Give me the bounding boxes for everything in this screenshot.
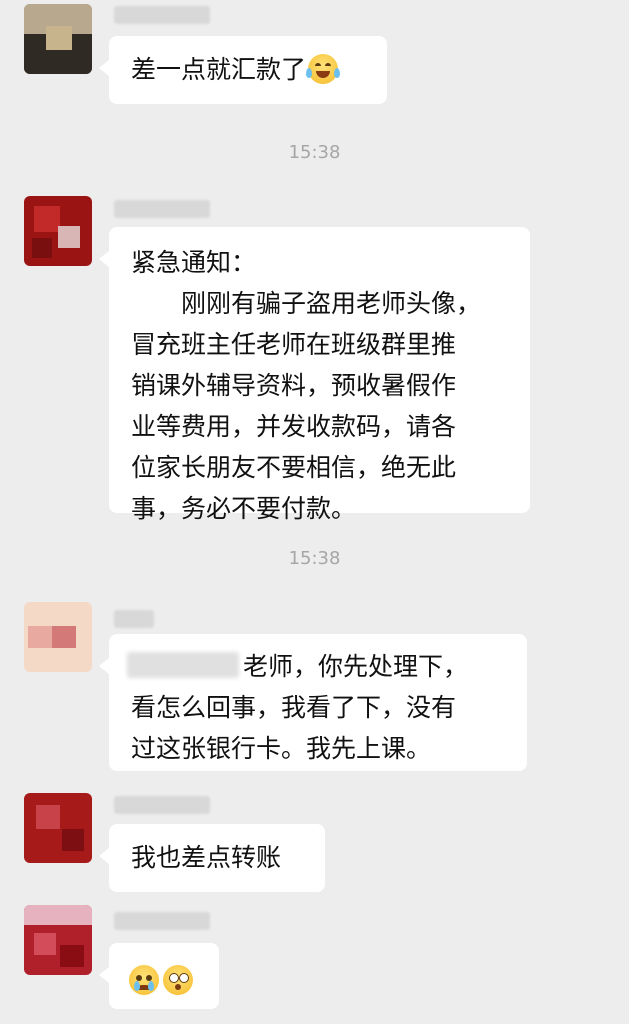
message-line: 老师，你先处理下， [243, 652, 469, 681]
sender-name-blurred [114, 6, 210, 24]
message-bubble[interactable] [99, 943, 219, 1009]
message-bubble[interactable]: 紧急通知： 刚刚有骗子盗用老师头像， 冒充班主任老师在班级群里推 销课外辅导资料… [99, 227, 530, 523]
message-line: 刚刚有骗子盗用老师头像， [131, 289, 482, 318]
message-text: 差一点就汇款了 [131, 55, 307, 84]
message-line: 紧急通知： [131, 248, 257, 277]
avatar[interactable] [24, 793, 92, 863]
laugh-cry-emoji-icon [306, 54, 341, 84]
sender-name-blurred [114, 610, 154, 628]
message-line: 看怎么回事，我看了下，没有 [131, 693, 457, 722]
timestamp: 15:38 [288, 548, 341, 569]
avatar[interactable] [24, 602, 92, 672]
message-bubble[interactable]: 差一点就汇款了 [99, 36, 387, 104]
crying-face-emoji-icon [129, 965, 159, 995]
avatar[interactable] [24, 196, 92, 266]
message-line: 过这张银行卡。我先上课。 [131, 734, 432, 763]
timestamp: 15:38 [288, 142, 341, 163]
message-line: 事，务必不要付款。 [131, 494, 357, 523]
message-line: 冒充班主任老师在班级群里推 [131, 330, 457, 359]
sender-name-blurred [114, 796, 210, 814]
sender-name-blurred [114, 200, 210, 218]
message-bubble[interactable]: 我也差点转账 [99, 824, 325, 892]
message-bubble[interactable]: 老师，你先处理下， 看怎么回事，我看了下，没有 过这张银行卡。我先上课。 [99, 634, 527, 771]
avatar[interactable] [24, 905, 92, 975]
message-text: 我也差点转账 [131, 843, 282, 872]
astonished-face-emoji-icon [163, 965, 193, 995]
message-line: 位家长朋友不要相信，绝无此 [131, 453, 457, 482]
message-line: 销课外辅导资料，预收暑假作 [131, 371, 457, 400]
message-line: 业等费用，并发收款码，请各 [131, 412, 457, 441]
sender-name-blurred [114, 912, 210, 930]
avatar[interactable] [24, 4, 92, 74]
